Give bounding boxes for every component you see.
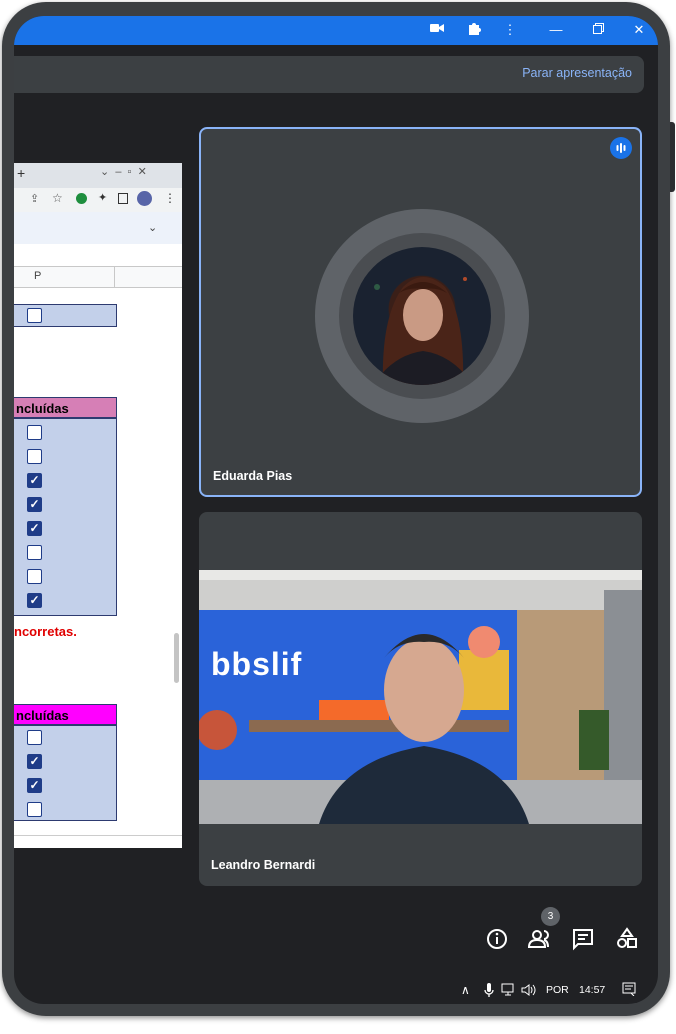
- chevron-up-icon[interactable]: ∧: [461, 983, 470, 997]
- sidebar-icon: [118, 193, 128, 204]
- chevron-down-icon: ⌄: [148, 222, 158, 234]
- checkbox[interactable]: [27, 569, 42, 584]
- group2-title: ncluídas: [14, 704, 117, 725]
- column-header-row: P: [14, 266, 182, 288]
- checkbox[interactable]: [27, 425, 42, 440]
- extensions-icon[interactable]: [465, 21, 483, 39]
- checkbox-checked[interactable]: ✓: [27, 497, 42, 512]
- window-title-bar: ⋮ — ✕: [14, 16, 658, 45]
- checkbox-group-2: ✓ ✓: [14, 725, 117, 821]
- checkbox[interactable]: [27, 308, 42, 323]
- checkbox-checked[interactable]: ✓: [27, 593, 42, 608]
- checkbox-checked[interactable]: ✓: [27, 778, 42, 793]
- info-icon[interactable]: [483, 925, 511, 953]
- background-sign: bbslif: [211, 646, 303, 682]
- participant-name: Eduarda Pias: [213, 469, 293, 483]
- mic-icon[interactable]: [484, 982, 494, 1003]
- warning-text: ncorretas.: [14, 624, 77, 639]
- menu-icon: ⋮: [164, 191, 176, 205]
- share-icon: ⇪: [30, 193, 40, 205]
- avatar: [353, 247, 491, 385]
- presentation-banner: Parar apresentação: [14, 56, 644, 93]
- notifications-icon[interactable]: [622, 982, 636, 1001]
- checkbox[interactable]: [27, 545, 42, 560]
- participant-video: bbslif: [199, 570, 642, 824]
- people-icon[interactable]: [526, 925, 554, 953]
- group1-title: ncluídas: [14, 397, 117, 418]
- avatar-ring: [315, 209, 529, 423]
- puzzle-icon: ✦: [98, 192, 108, 204]
- activities-icon[interactable]: [613, 925, 641, 953]
- checkbox[interactable]: [27, 449, 42, 464]
- speaking-indicator-icon: [610, 137, 632, 159]
- minimize-icon[interactable]: —: [547, 21, 565, 39]
- close-icon[interactable]: ✕: [630, 21, 648, 39]
- scrollbar[interactable]: [174, 633, 179, 683]
- camera-icon[interactable]: [428, 21, 446, 39]
- new-tab-icon: +: [17, 165, 26, 181]
- sheet-toolbar: ⌄: [14, 212, 182, 244]
- checkbox-checked[interactable]: ✓: [27, 521, 42, 536]
- volume-icon[interactable]: [521, 983, 537, 1002]
- checkbox-group-1: ✓ ✓ ✓ ✓: [14, 418, 117, 616]
- column-header-p: P: [34, 270, 42, 282]
- chat-icon[interactable]: [569, 925, 597, 953]
- checkbox-checked[interactable]: ✓: [27, 754, 42, 769]
- shared-screen: + ⌄ – ▫ ✕ ⇪ ☆ ✦ ⋮ ⌄ P ncluídas ✓ ✓ ✓ ✓ n…: [14, 163, 182, 848]
- browser-tab-bar: + ⌄ – ▫ ✕: [14, 163, 182, 188]
- star-icon: ☆: [52, 191, 63, 205]
- screen: ⋮ — ✕ Parar apresentação + ⌄ – ▫ ✕ ⇪ ☆ ✦: [14, 16, 658, 1004]
- participant-tile[interactable]: Eduarda Pias: [199, 127, 642, 497]
- window-controls: ⌄ – ▫ ✕: [100, 166, 147, 178]
- extension-icon: [76, 193, 87, 204]
- people-count-badge: 3: [541, 907, 560, 926]
- checkbox-checked[interactable]: ✓: [27, 473, 42, 488]
- participant-name: Leandro Bernardi: [211, 858, 316, 872]
- checkbox-group-top: [14, 304, 117, 327]
- restore-icon[interactable]: [589, 21, 607, 39]
- participant-tile[interactable]: bbslif Leandro Bernardi: [199, 512, 642, 886]
- tablet-frame: ⋮ — ✕ Parar apresentação + ⌄ – ▫ ✕ ⇪ ☆ ✦: [2, 2, 675, 1016]
- checkbox[interactable]: [27, 730, 42, 745]
- profile-avatar: [137, 191, 152, 206]
- volume-button: [670, 122, 675, 192]
- browser-toolbar: ⇪ ☆ ✦ ⋮: [14, 188, 182, 212]
- keyboard-language[interactable]: POR: [546, 984, 569, 996]
- more-vert-icon[interactable]: ⋮: [501, 21, 519, 39]
- checkbox[interactable]: [27, 802, 42, 817]
- clock[interactable]: 14:57: [579, 984, 605, 996]
- stop-presenting-button[interactable]: Parar apresentação: [522, 66, 632, 80]
- network-icon[interactable]: [501, 983, 517, 1002]
